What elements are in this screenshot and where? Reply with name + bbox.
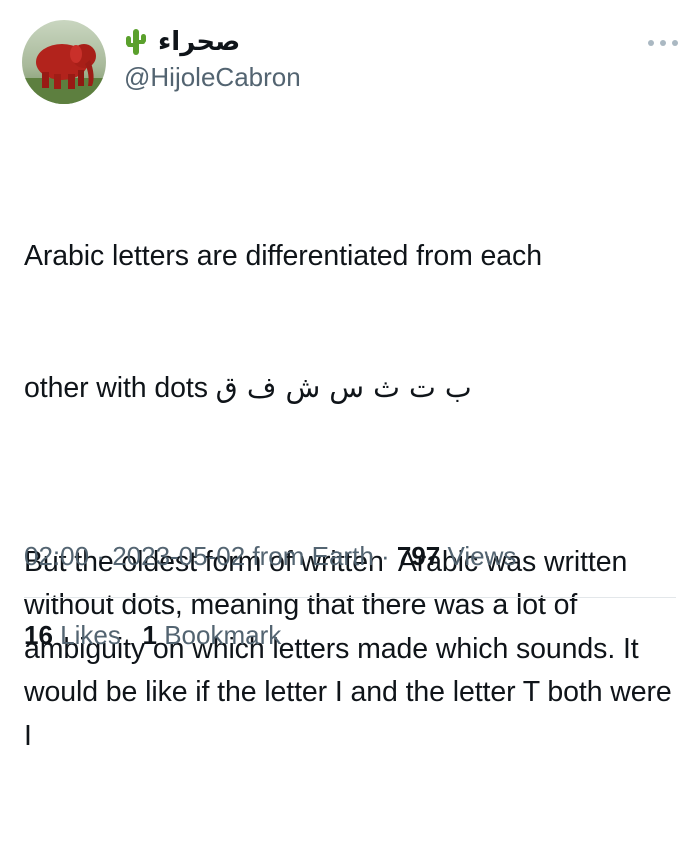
views-count: 797 <box>396 541 441 571</box>
author-handle[interactable]: @HijoleCabron <box>124 64 301 90</box>
divider <box>24 597 676 598</box>
tweet-date[interactable]: 2023-05-02 <box>112 541 245 571</box>
tweet-line-2: other with dots ب ت ث س ش ف ق <box>24 366 684 411</box>
tweet-arabic-letters: ب ت ث س ش ف ق <box>215 370 472 404</box>
tweet-time[interactable]: 02:00 <box>24 541 89 571</box>
cactus-icon <box>124 27 148 57</box>
bookmarks-count: 1 <box>142 620 157 650</box>
tweet-line-1: Arabic letters are differentiated from e… <box>24 240 542 272</box>
avatar-image <box>22 20 106 104</box>
likes-label: Likes <box>52 620 121 650</box>
author-display-name[interactable]: صحراء <box>158 29 240 55</box>
meta-separator-2: · <box>373 541 397 571</box>
tweet-line-2-prefix: other with dots <box>24 371 216 404</box>
tweet-text: Arabic letters are differentiated from e… <box>24 148 684 845</box>
bookmarks-label: Bookmark <box>164 620 282 650</box>
likes-count: 16 <box>24 620 53 650</box>
more-options-icon[interactable] <box>648 38 678 48</box>
tweet-stats: 16 Likes 1 Bookmark <box>24 622 281 648</box>
meta-separator: · <box>89 541 113 571</box>
tweet: صحراء @HijoleCabron Arabic letters are d… <box>0 0 700 752</box>
views-label: Views <box>440 541 517 571</box>
tweet-source: from Earth <box>245 541 374 571</box>
bookmarks-stat[interactable]: 1 Bookmark <box>143 620 282 650</box>
author-name-row[interactable]: صحراء <box>124 25 240 59</box>
likes-stat[interactable]: 16 Likes <box>24 620 121 650</box>
avatar[interactable] <box>22 20 106 104</box>
tweet-meta: 02:00 · 2023-05-02 from Earth · 797 View… <box>24 543 516 569</box>
